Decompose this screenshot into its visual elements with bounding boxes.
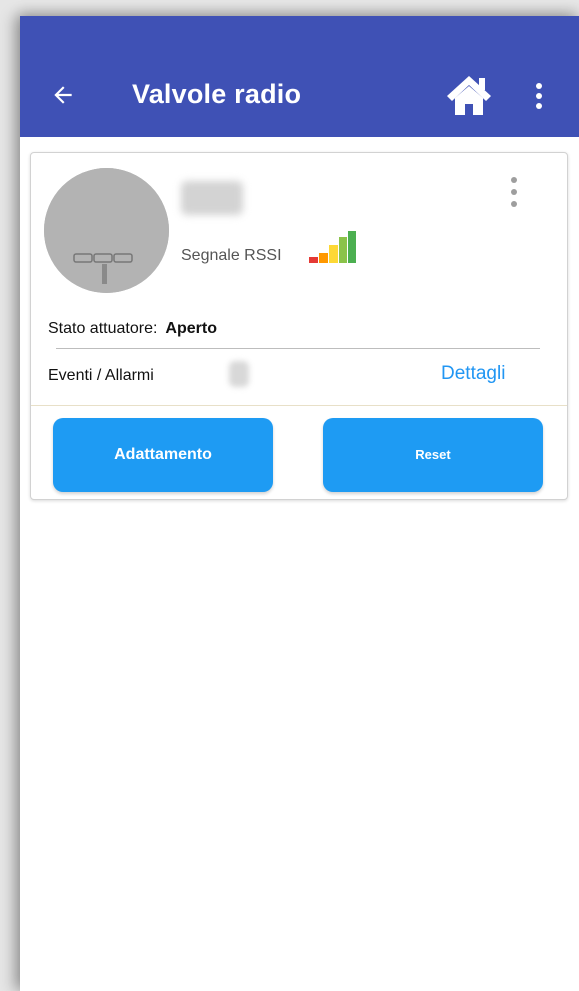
events-count-blurred — [229, 361, 249, 387]
arrow-left-icon[interactable] — [50, 82, 76, 108]
actuator-state-label: Stato attuatore: — [48, 320, 158, 337]
rssi-label: Segnale RSSI — [181, 247, 282, 264]
divider — [31, 405, 567, 406]
app-screen: Valvole radio Segnale RSSI Stato attuato… — [20, 16, 579, 991]
details-link[interactable]: Dettagli — [441, 363, 505, 385]
valve-card: Segnale RSSI Stato attuatore: Aperto Even… — [30, 152, 568, 500]
card-more-vertical-icon[interactable] — [507, 175, 521, 211]
page-title: Valvole radio — [132, 79, 302, 109]
events-alarms-label: Eventi / Allarmi — [48, 367, 154, 384]
signal-strength-icon — [309, 231, 356, 263]
divider — [56, 348, 540, 349]
reset-button[interactable]: Reset — [323, 418, 543, 492]
actuator-state-value: Aperto — [165, 320, 217, 337]
home-icon[interactable] — [445, 74, 493, 116]
device-name-blurred — [181, 181, 243, 215]
adaptation-button[interactable]: Adattamento — [53, 418, 273, 492]
app-bar: Valvole radio — [20, 16, 579, 137]
valve-avatar — [44, 168, 169, 293]
actuator-state-row: Stato attuatore: Aperto — [48, 320, 217, 338]
valve-image — [44, 168, 169, 293]
more-vertical-icon[interactable] — [530, 82, 548, 110]
